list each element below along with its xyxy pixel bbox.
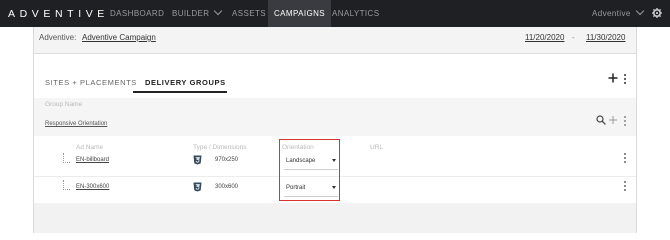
ad-dimensions: 300x600	[215, 184, 239, 190]
add-icon[interactable]	[608, 73, 618, 83]
account-name: Adventive	[592, 9, 631, 18]
end-date[interactable]: 11/30/2020	[586, 33, 625, 42]
tab-sites-placements[interactable]: SITES + PLACEMENTS	[45, 78, 137, 87]
nav-assets[interactable]: ASSETS	[232, 0, 266, 27]
advertiser-label: Adventive:	[39, 33, 77, 42]
chevron-down-icon	[214, 6, 223, 16]
column-header-url: URL	[370, 144, 384, 151]
orientation-highlight-box	[279, 139, 340, 201]
group-name-link[interactable]: Responsive Orientation	[45, 121, 107, 127]
top-nav-bar: ADVENTIVE DASHBOARD BUILDER ASSETS CAMPA…	[0, 0, 670, 27]
group-more-menu-icon[interactable]	[624, 116, 627, 127]
nav-dashboard[interactable]: DASHBOARD	[110, 0, 164, 27]
ad-name-link[interactable]: EN-billboard	[76, 157, 109, 163]
empty-area	[34, 203, 636, 233]
gear-icon[interactable]	[652, 8, 662, 18]
nav-builder-label: BUILDER	[172, 9, 210, 18]
campaign-link[interactable]: Adventive Campaign	[82, 33, 156, 42]
nav-builder[interactable]: BUILDER	[172, 0, 223, 27]
date-separator: -	[572, 33, 575, 42]
start-date[interactable]: 11/20/2020	[525, 33, 564, 42]
tabs-panel: SITES + PLACEMENTS DELIVERY GROUPS	[34, 54, 636, 98]
more-menu-icon[interactable]	[624, 74, 627, 85]
row-more-menu-icon[interactable]	[624, 153, 627, 164]
account-menu[interactable]: Adventive	[592, 0, 644, 27]
html5-icon	[193, 155, 202, 165]
html5-icon	[193, 182, 202, 192]
column-header-ad-name: Ad Name	[76, 144, 104, 151]
right-gutter	[637, 27, 670, 233]
ad-dimensions: 970x250	[215, 157, 239, 163]
left-gutter	[0, 27, 33, 233]
nav-campaigns[interactable]: CAMPAIGNS	[268, 0, 332, 27]
group-name-label: Group Name	[45, 101, 83, 108]
nav-analytics[interactable]: ANALYTICS	[332, 0, 379, 27]
column-header-type-dimensions: Type / Dimensions	[193, 144, 247, 151]
chevron-down-icon	[635, 6, 644, 16]
search-icon[interactable]	[596, 115, 606, 125]
active-tab-indicator	[133, 91, 227, 93]
delivery-group-header: Group Name Responsive Orientation	[34, 98, 636, 136]
tree-connector	[63, 180, 70, 190]
adventive-logo[interactable]: ADVENTIVE	[8, 8, 109, 20]
tree-connector	[63, 153, 70, 163]
campaign-info-bar: Adventive: Adventive Campaign 11/20/2020…	[34, 27, 636, 54]
ad-name-link[interactable]: EN-300x600	[76, 184, 109, 190]
tab-delivery-groups[interactable]: DELIVERY GROUPS	[145, 78, 226, 87]
add-ad-icon[interactable]	[608, 115, 618, 125]
row-more-menu-icon[interactable]	[624, 181, 627, 192]
